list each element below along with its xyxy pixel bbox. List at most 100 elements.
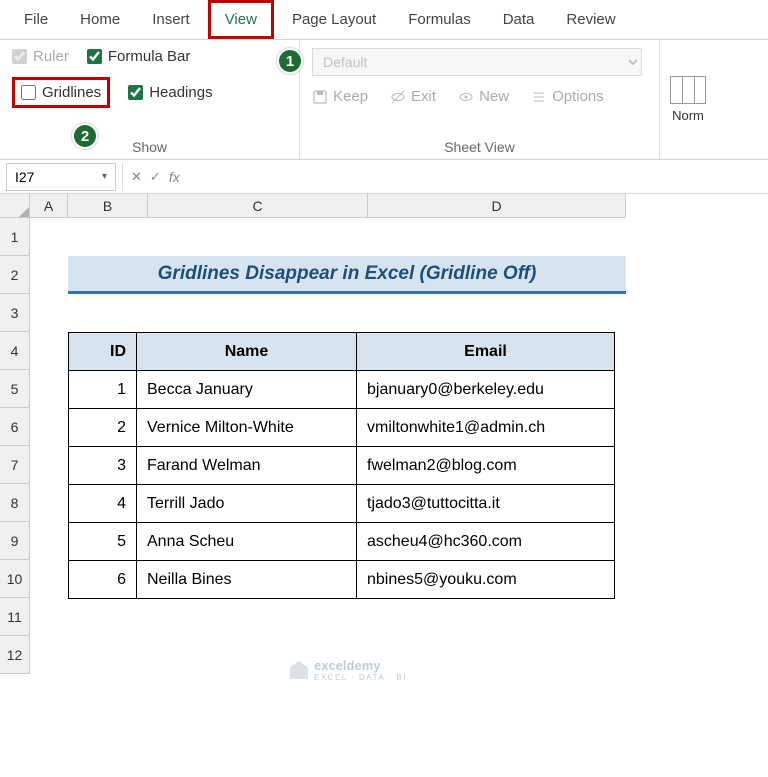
- table-row[interactable]: 1Becca Januarybjanuary0@berkeley.edu: [69, 371, 615, 409]
- group-sheet-view: Default Keep Exit: [300, 40, 660, 159]
- normal-view-icon[interactable]: [670, 76, 706, 104]
- sheet-body[interactable]: Gridlines Disappear in Excel (Gridline O…: [30, 218, 768, 674]
- label-exit: Exit: [411, 88, 436, 105]
- row-header-9[interactable]: 9: [0, 522, 30, 560]
- save-icon: [312, 89, 328, 105]
- group-views: Norm: [660, 40, 716, 159]
- row-header-5[interactable]: 5: [0, 370, 30, 408]
- annotation-1: 1: [277, 48, 303, 74]
- sheet-view-select[interactable]: Default: [312, 48, 642, 76]
- label-ruler: Ruler: [33, 48, 69, 65]
- button-keep: Keep: [312, 88, 368, 105]
- button-new: New: [458, 88, 509, 105]
- row-header-6[interactable]: 6: [0, 408, 30, 446]
- table-row[interactable]: 4Terrill Jadotjado3@tuttocitta.it: [69, 485, 615, 523]
- col-header-a[interactable]: A: [30, 194, 68, 218]
- tab-review[interactable]: Review: [552, 3, 629, 36]
- row-header-12[interactable]: 12: [0, 636, 30, 674]
- cell-id[interactable]: 5: [69, 523, 137, 561]
- cell-id[interactable]: 3: [69, 447, 137, 485]
- checkbox-headings[interactable]: Headings: [128, 84, 212, 101]
- button-options: Options: [531, 88, 604, 105]
- col-header-c[interactable]: C: [148, 194, 368, 218]
- cell-email[interactable]: nbines5@youku.com: [357, 561, 615, 599]
- watermark-sub: EXCEL · DATA · BI: [314, 673, 407, 682]
- chevron-down-icon[interactable]: ▾: [102, 171, 107, 182]
- name-box-value: I27: [15, 169, 34, 185]
- header-name[interactable]: Name: [137, 333, 357, 371]
- row-header-4[interactable]: 4: [0, 332, 30, 370]
- label-new: New: [479, 88, 509, 105]
- checkbox-formula-bar[interactable]: Formula Bar: [87, 48, 191, 65]
- row-header-2[interactable]: 2: [0, 256, 30, 294]
- table-row[interactable]: 3Farand Welmanfwelman2@blog.com: [69, 447, 615, 485]
- table-row[interactable]: 5Anna Scheuascheu4@hc360.com: [69, 523, 615, 561]
- list-icon: [531, 89, 547, 105]
- watermark-name: exceldemy: [314, 658, 381, 673]
- row-header-11[interactable]: 11: [0, 598, 30, 636]
- row-header-3[interactable]: 3: [0, 294, 30, 332]
- eye-slash-icon: [390, 89, 406, 105]
- col-header-b[interactable]: B: [68, 194, 148, 218]
- button-exit: Exit: [390, 88, 436, 105]
- group-label-show: Show: [12, 133, 287, 155]
- eye-icon: [458, 89, 474, 105]
- label-gridlines: Gridlines: [42, 84, 101, 101]
- tab-formulas[interactable]: Formulas: [394, 3, 485, 36]
- cell-name[interactable]: Vernice Milton-White: [137, 409, 357, 447]
- sheet-area: 1 2 3 4 5 6 7 8 9 10 11 12 Gridlines Dis…: [0, 218, 768, 674]
- checkbox-ruler: Ruler: [12, 48, 69, 65]
- formula-bar: I27 ▾ ✕ ✓ fx: [0, 160, 768, 194]
- row-header-8[interactable]: 8: [0, 484, 30, 522]
- cell-id[interactable]: 1: [69, 371, 137, 409]
- cell-email[interactable]: tjado3@tuttocitta.it: [357, 485, 615, 523]
- tab-insert[interactable]: Insert: [138, 3, 204, 36]
- row-header-10[interactable]: 10: [0, 560, 30, 598]
- cell-email[interactable]: vmiltonwhite1@admin.ch: [357, 409, 615, 447]
- tab-data[interactable]: Data: [489, 3, 549, 36]
- annotation-2: 2: [72, 123, 98, 149]
- cell-id[interactable]: 6: [69, 561, 137, 599]
- label-keep: Keep: [333, 88, 368, 105]
- cancel-icon[interactable]: ✕: [131, 169, 142, 185]
- cell-id[interactable]: 4: [69, 485, 137, 523]
- cell-email[interactable]: bjanuary0@berkeley.edu: [357, 371, 615, 409]
- row-header-1[interactable]: 1: [0, 218, 30, 256]
- formula-input[interactable]: [188, 163, 768, 191]
- label-headings: Headings: [149, 84, 212, 101]
- ribbon: 1 2 Ruler Formula Bar Gridlines: [0, 40, 768, 160]
- tab-home[interactable]: Home: [66, 3, 134, 36]
- ribbon-tabs: File Home Insert View Page Layout Formul…: [0, 0, 768, 40]
- cell-name[interactable]: Farand Welman: [137, 447, 357, 485]
- tab-page-layout[interactable]: Page Layout: [278, 3, 390, 36]
- label-formula-bar: Formula Bar: [108, 48, 191, 65]
- tab-view[interactable]: View: [208, 0, 274, 39]
- tab-file[interactable]: File: [10, 3, 62, 36]
- row-header-7[interactable]: 7: [0, 446, 30, 484]
- cell-email[interactable]: fwelman2@blog.com: [357, 447, 615, 485]
- cell-name[interactable]: Neilla Bines: [137, 561, 357, 599]
- title-cell[interactable]: Gridlines Disappear in Excel (Gridline O…: [68, 256, 626, 294]
- header-id[interactable]: ID: [69, 333, 137, 371]
- table-row[interactable]: 2Vernice Milton-Whitevmiltonwhite1@admin…: [69, 409, 615, 447]
- table-row[interactable]: 6Neilla Binesnbines5@youku.com: [69, 561, 615, 599]
- name-box[interactable]: I27 ▾: [6, 163, 116, 191]
- watermark-logo-icon: [290, 661, 308, 679]
- select-all-corner[interactable]: [0, 194, 30, 218]
- cell-name[interactable]: Anna Scheu: [137, 523, 357, 561]
- watermark: exceldemy EXCEL · DATA · BI: [290, 658, 407, 682]
- column-header-row: A B C D: [0, 194, 768, 218]
- check-icon[interactable]: ✓: [150, 169, 161, 185]
- checkbox-gridlines[interactable]: Gridlines: [12, 77, 110, 108]
- data-table: ID Name Email 1Becca Januarybjanuary0@be…: [68, 332, 615, 599]
- cell-id[interactable]: 2: [69, 409, 137, 447]
- cell-name[interactable]: Terrill Jado: [137, 485, 357, 523]
- fx-icon[interactable]: fx: [169, 169, 180, 185]
- header-email[interactable]: Email: [357, 333, 615, 371]
- col-header-d[interactable]: D: [368, 194, 626, 218]
- label-options: Options: [552, 88, 604, 105]
- cell-name[interactable]: Becca January: [137, 371, 357, 409]
- group-show: Ruler Formula Bar Gridlines Headings Sho…: [0, 40, 300, 159]
- row-headers: 1 2 3 4 5 6 7 8 9 10 11 12: [0, 218, 30, 674]
- cell-email[interactable]: ascheu4@hc360.com: [357, 523, 615, 561]
